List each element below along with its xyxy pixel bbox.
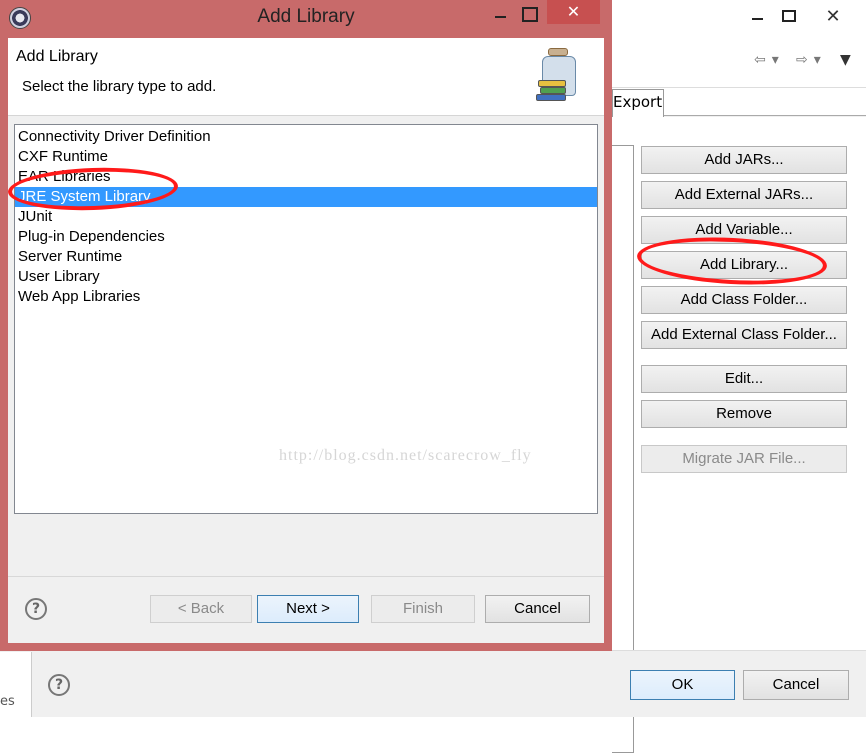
back-arrow-icon: ⇦ xyxy=(754,52,766,68)
add-external-class-folder-button[interactable]: Add External Class Folder... xyxy=(641,321,847,349)
minimize-button[interactable] xyxy=(740,4,774,28)
forward-arrow-icon: ⇨ xyxy=(796,52,808,68)
migrate-jar-button[interactable]: Migrate JAR File... xyxy=(641,445,847,473)
close-button[interactable]: ✕ xyxy=(816,4,850,28)
wizard-title: Add Library xyxy=(16,48,98,65)
help-icon[interactable]: ? xyxy=(25,598,47,620)
properties-titlebar: ✕ xyxy=(612,0,866,36)
view-menu-button[interactable]: ▼ xyxy=(840,52,851,68)
chevron-down-icon: ▾ xyxy=(771,52,779,68)
tab-row: Export xyxy=(612,88,866,117)
chevron-down-icon: ▾ xyxy=(813,52,821,68)
add-external-jars-button[interactable]: Add External JARs... xyxy=(641,181,847,209)
properties-toolbar: ⇦ ▾ ⇨ ▾ ▼ xyxy=(612,36,866,88)
back-nav[interactable]: ⇦ ▾ xyxy=(754,52,779,68)
finish-button[interactable]: Finish xyxy=(371,595,475,623)
list-item[interactable]: Server Runtime xyxy=(15,247,597,267)
ok-button[interactable]: OK xyxy=(630,670,735,700)
dialog-minimize-button[interactable] xyxy=(486,2,516,22)
dialog-body: Add Library Select the library type to a… xyxy=(8,38,604,643)
add-jars-button[interactable]: Add JARs... xyxy=(641,146,847,174)
list-item[interactable]: Web App Libraries xyxy=(15,287,597,307)
properties-button-bar xyxy=(0,650,866,717)
list-item[interactable]: User Library xyxy=(15,267,597,287)
list-item[interactable]: CXF Runtime xyxy=(15,147,597,167)
left-panel-fragment: es xyxy=(0,652,32,717)
cancel-button[interactable]: Cancel xyxy=(485,595,590,623)
close-icon: ✕ xyxy=(825,5,841,27)
remove-button[interactable]: Remove xyxy=(641,400,847,428)
list-item[interactable]: Connectivity Driver Definition xyxy=(15,127,597,147)
back-button[interactable]: < Back xyxy=(150,595,252,623)
add-class-folder-button[interactable]: Add Class Folder... xyxy=(641,286,847,314)
wizard-description: Select the library type to add. xyxy=(22,78,217,95)
wizard-header: Add Library Select the library type to a… xyxy=(8,38,604,116)
forward-nav[interactable]: ⇨ ▾ xyxy=(796,52,821,68)
library-jar-icon xyxy=(536,48,586,102)
watermark-text: http://blog.csdn.net/scarecrow_fly xyxy=(279,447,532,464)
help-icon[interactable]: ? xyxy=(48,674,70,696)
dialog-separator xyxy=(8,576,604,577)
left-fragment-text: es xyxy=(0,694,15,709)
maximize-button[interactable] xyxy=(772,4,806,28)
chevron-down-icon: ▼ xyxy=(840,52,851,68)
add-library-dialog: Add Library ✕ Add Library Select the lib… xyxy=(0,0,612,651)
list-item[interactable]: JUnit xyxy=(15,207,597,227)
dialog-maximize-button[interactable] xyxy=(516,2,544,22)
cancel-button[interactable]: Cancel xyxy=(743,670,849,700)
next-button[interactable]: Next > xyxy=(257,595,359,623)
edit-button[interactable]: Edit... xyxy=(641,365,847,393)
minimize-icon xyxy=(752,18,763,20)
dialog-close-button[interactable]: ✕ xyxy=(547,0,600,24)
list-item[interactable]: Plug-in Dependencies xyxy=(15,227,597,247)
tab-export[interactable]: Export xyxy=(612,89,664,117)
dialog-titlebar[interactable]: Add Library ✕ xyxy=(0,0,612,38)
maximize-icon xyxy=(782,10,796,22)
close-icon: ✕ xyxy=(566,2,581,21)
